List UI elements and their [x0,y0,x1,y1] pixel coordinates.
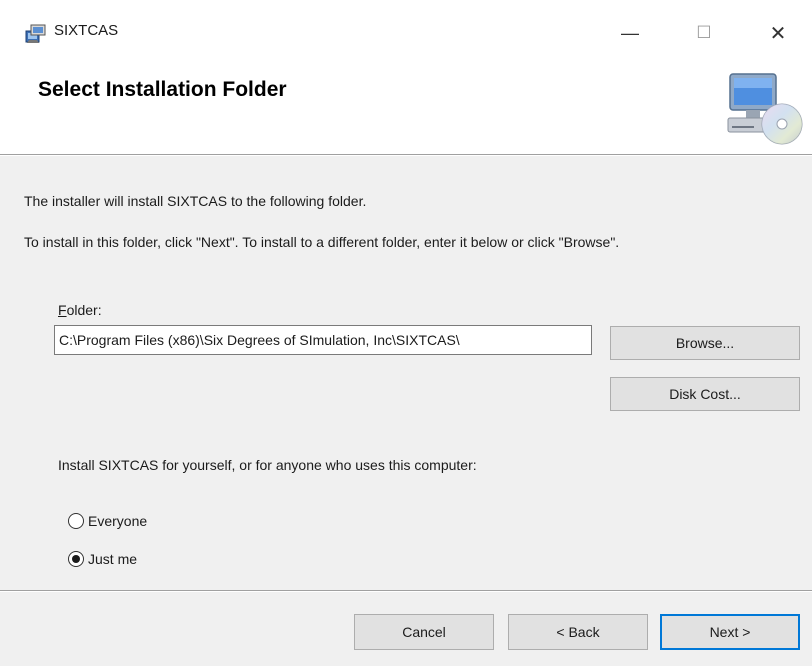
instruction-text: To install in this folder, click "Next".… [24,234,620,250]
close-button[interactable]: ✕ [758,18,798,48]
cancel-button-label: Cancel [402,624,446,640]
intro-text: The installer will install SIXTCAS to th… [24,193,367,209]
title-bar: SIXTCAS — ☐ ✕ [0,0,812,56]
maximize-button[interactable]: ☐ [684,18,724,48]
folder-label-accelerator: F [58,302,67,318]
disk-cost-button-label: Disk Cost... [669,386,741,402]
back-button[interactable]: < Back [508,614,648,650]
radio-label: Everyone [88,513,148,529]
next-button[interactable]: Next > [660,614,800,650]
disk-cost-button[interactable]: Disk Cost... [610,377,800,411]
folder-label: Folder: [58,302,102,318]
minimize-icon: — [621,22,639,43]
maximize-icon: ☐ [696,23,712,42]
window-title: SIXTCAS [54,22,119,39]
radio-label: Just me [88,551,138,567]
page-title: Select Installation Folder [38,78,287,101]
folder-label-text: older: [66,302,102,318]
back-button-label: < Back [556,624,600,640]
radio-selected-dot [72,555,80,563]
computer-cd-icon [727,73,803,145]
cancel-button[interactable]: Cancel [354,614,494,650]
folder-path-input[interactable] [54,325,592,355]
browse-button-label: Browse... [675,335,735,351]
install-scope-prompt: Install SIXTCAS for yourself, or for any… [58,457,477,473]
close-icon: ✕ [769,22,787,45]
radio-everyone[interactable]: Everyone [68,513,147,529]
installer-icon [25,24,46,43]
minimize-button[interactable]: — [610,18,650,48]
radio-circle-selected[interactable] [68,551,84,567]
next-button-label: Next > [709,624,751,640]
browse-button[interactable]: Browse... [610,326,800,360]
radio-just-me[interactable]: Just me [68,551,137,567]
radio-circle[interactable] [68,513,84,529]
